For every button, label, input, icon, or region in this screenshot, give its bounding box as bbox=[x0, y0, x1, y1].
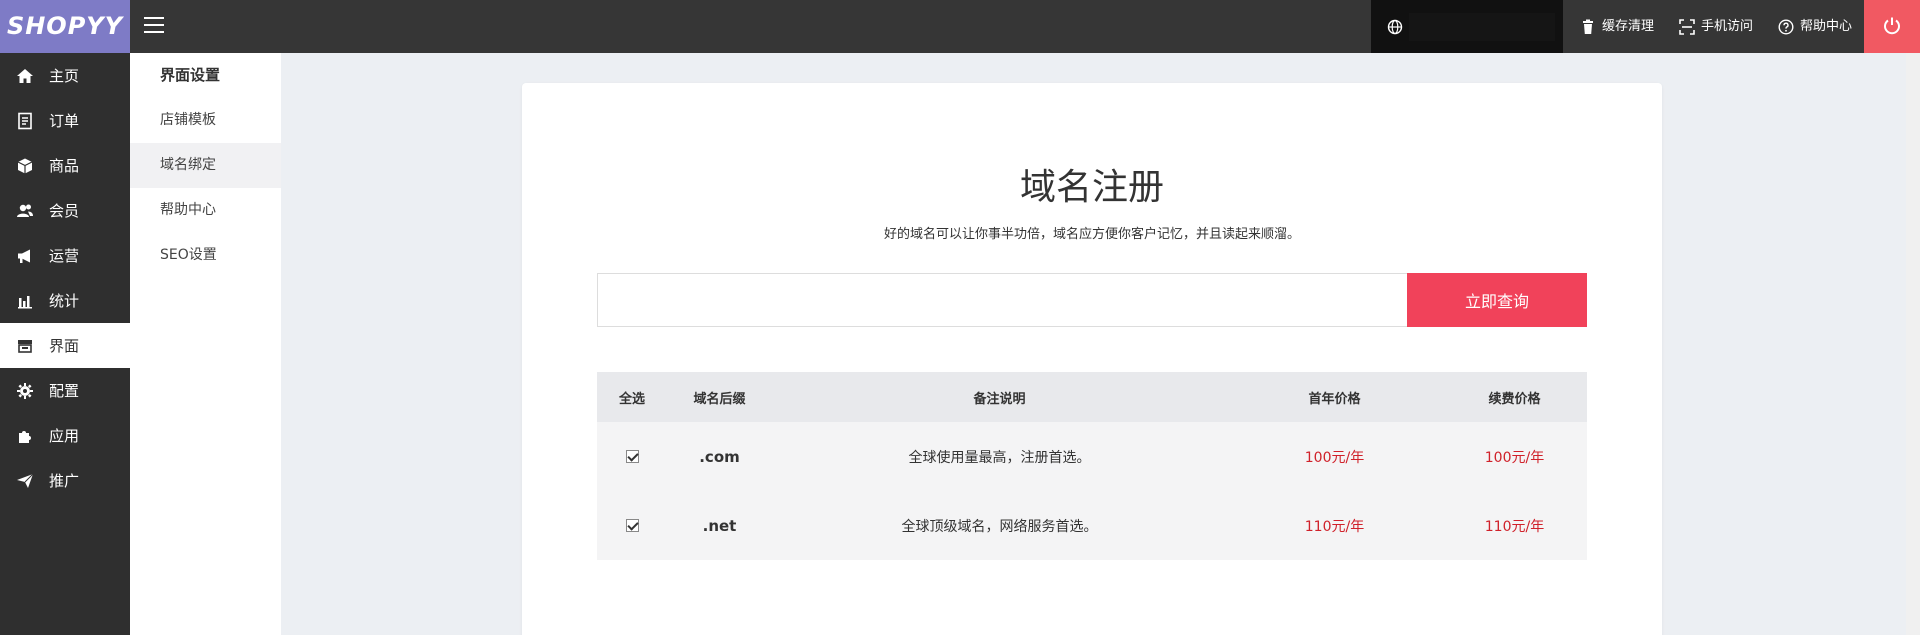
sidebar-item-label: 订单 bbox=[49, 112, 80, 130]
sidebar-item-label: 运营 bbox=[49, 247, 80, 265]
globe-icon bbox=[1387, 19, 1403, 35]
table-row: .net 全球顶级域名，网络服务首选。 110元/年 110元/年 bbox=[597, 491, 1587, 560]
sidebar-item-label: 统计 bbox=[49, 292, 80, 310]
sidebar-item-label: 会员 bbox=[49, 202, 80, 220]
sidebar-item-interface[interactable]: 界面 bbox=[0, 323, 130, 368]
megaphone-icon bbox=[18, 249, 30, 263]
mobile-scan-icon bbox=[1679, 18, 1695, 35]
puzzle-icon bbox=[19, 430, 31, 443]
header-note: 备注说明 bbox=[973, 391, 1026, 407]
home-icon bbox=[17, 68, 33, 83]
sidebar-item-products[interactable]: 商品 bbox=[0, 143, 130, 188]
bar-chart-icon bbox=[18, 295, 32, 308]
page-subtitle: 好的域名可以让你事半功倍，域名应方便你客户记忆，并且读起来顺溜。 bbox=[883, 227, 1300, 242]
box-icon bbox=[17, 158, 33, 173]
paper-plane-icon bbox=[17, 473, 34, 488]
sidebar-item-label: 推广 bbox=[49, 472, 80, 490]
domain-suffix: .com bbox=[699, 447, 740, 466]
first-year-price: 110元/年 bbox=[1304, 518, 1365, 535]
renewal-price: 100元/年 bbox=[1484, 449, 1545, 466]
subnav-title: 界面设置 bbox=[160, 66, 221, 84]
subnav-item-store-template[interactable]: 店铺模板 bbox=[130, 98, 281, 143]
mobile-access-link[interactable]: 手机访问 bbox=[1679, 0, 1753, 53]
users-icon bbox=[17, 204, 33, 217]
interface-subnav: 界面设置 店铺模板 域名绑定 帮助中心 SEO设置 bbox=[130, 53, 281, 635]
domain-note: 全球使用量最高，注册首选。 bbox=[908, 449, 1091, 466]
mobile-access-label: 手机访问 bbox=[1701, 19, 1754, 34]
clear-cache-label: 缓存清理 bbox=[1602, 19, 1655, 34]
subnav-item-domain-binding[interactable]: 域名绑定 bbox=[130, 143, 281, 188]
top-header: SHOPYY 缓存清理 手机访问 帮助中心 bbox=[0, 0, 1920, 53]
table-header: 全选 域名后缀 备注说明 首年价格 续费价格 bbox=[597, 372, 1587, 422]
domain-suffix: .net bbox=[702, 516, 737, 535]
sidebar-item-home[interactable]: 主页 bbox=[0, 53, 130, 98]
menu-toggle-button[interactable] bbox=[144, 17, 164, 35]
help-center-label: 帮助中心 bbox=[1800, 19, 1853, 34]
sidebar-item-label: 商品 bbox=[49, 157, 80, 175]
sidebar-item-orders[interactable]: 订单 bbox=[0, 98, 130, 143]
store-icon bbox=[18, 339, 32, 353]
sidebar-item-statistics[interactable]: 统计 bbox=[0, 278, 130, 323]
logout-button[interactable] bbox=[1864, 0, 1920, 53]
domain-suffix-table: 全选 域名后缀 备注说明 首年价格 续费价格 .com 全球使用量最高，注册首选… bbox=[597, 372, 1587, 560]
help-center-link[interactable]: 帮助中心 bbox=[1778, 0, 1852, 53]
sidebar-item-label: 界面 bbox=[49, 337, 80, 355]
order-icon bbox=[18, 112, 32, 129]
sidebar-item-promotion[interactable]: 推广 bbox=[0, 458, 130, 503]
domain-note: 全球顶级域名，网络服务首选。 bbox=[901, 518, 1098, 535]
header-select-all[interactable]: 全选 bbox=[597, 388, 667, 407]
row-checkbox[interactable] bbox=[625, 519, 639, 532]
hamburger-line bbox=[144, 24, 164, 26]
header-suffix: 域名后缀 bbox=[693, 391, 746, 407]
sidebar-item-config[interactable]: 配置 bbox=[0, 368, 130, 413]
header-first-year-price: 首年价格 bbox=[1308, 391, 1361, 407]
domain-search-input[interactable] bbox=[597, 273, 1407, 327]
hamburger-icon bbox=[144, 17, 164, 19]
sidebar-item-label: 应用 bbox=[49, 427, 80, 445]
help-icon bbox=[1778, 18, 1794, 35]
table-row: .com 全球使用量最高，注册首选。 100元/年 100元/年 bbox=[597, 422, 1587, 491]
row-checkbox[interactable] bbox=[625, 450, 639, 463]
gear-icon bbox=[17, 382, 33, 399]
first-year-price: 100元/年 bbox=[1304, 449, 1365, 466]
domain-register-card: 域名注册 好的域名可以让你事半功倍，域名应方便你客户记忆，并且读起来顺溜。 立即… bbox=[522, 83, 1662, 635]
sidebar-item-apps[interactable]: 应用 bbox=[0, 413, 130, 458]
trash-icon bbox=[1583, 19, 1593, 34]
hamburger-line bbox=[144, 31, 164, 33]
subnav-item-help-center[interactable]: 帮助中心 bbox=[130, 188, 281, 233]
store-url-box[interactable] bbox=[1371, 0, 1563, 53]
renewal-price: 110元/年 bbox=[1484, 518, 1545, 535]
sidebar-item-label: 配置 bbox=[49, 382, 80, 400]
page-scrollbar[interactable] bbox=[1906, 53, 1920, 635]
row-select-cell bbox=[597, 449, 667, 465]
row-select-cell bbox=[597, 518, 667, 534]
subnav-item-seo-settings[interactable]: SEO设置 bbox=[130, 233, 281, 278]
query-now-button[interactable]: 立即查询 bbox=[1407, 273, 1587, 327]
main-sidebar: 主页 订单 商品 会员 运营 统计 界面 配置 应用 推广 bbox=[0, 53, 130, 635]
header-renewal-price: 续费价格 bbox=[1488, 391, 1541, 407]
page-title: 域名注册 bbox=[1019, 167, 1164, 208]
shopyy-logo[interactable]: SHOPYY bbox=[0, 0, 130, 53]
clear-cache-link[interactable]: 缓存清理 bbox=[1580, 0, 1654, 53]
sidebar-item-members[interactable]: 会员 bbox=[0, 188, 130, 233]
sidebar-item-operations[interactable]: 运营 bbox=[0, 233, 130, 278]
sidebar-item-label: 主页 bbox=[49, 67, 80, 85]
power-icon bbox=[1884, 17, 1900, 35]
redacted-store-url bbox=[1409, 13, 1555, 41]
